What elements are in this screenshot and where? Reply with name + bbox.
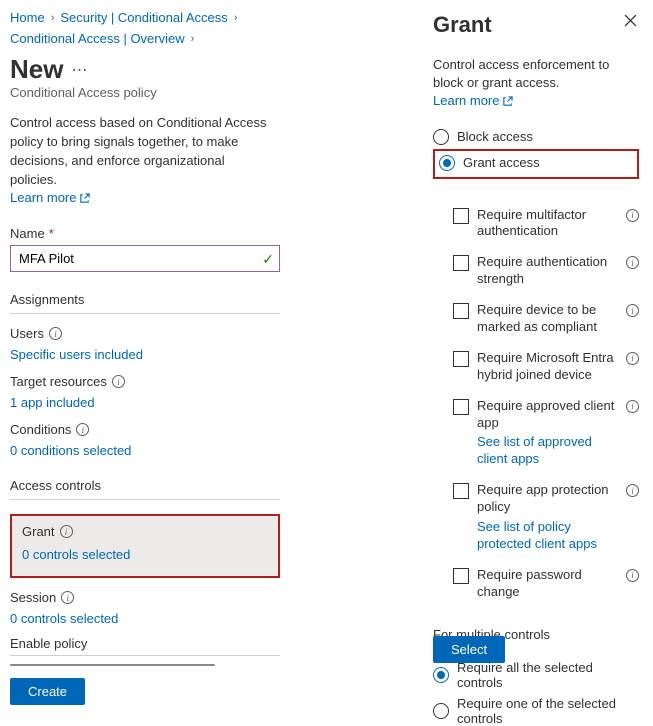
select-button[interactable]: Select [433,636,505,663]
grant-section-highlighted[interactable]: Granti 0 controls selected [10,514,280,578]
approved-client-apps-link[interactable]: See list of approved client apps [477,434,621,468]
grant-value-link[interactable]: 0 controls selected [22,547,268,562]
create-button[interactable]: Create [10,678,85,705]
access-controls-heading: Access controls [10,478,280,500]
checkbox-icon[interactable] [453,399,469,415]
checkbox-icon[interactable] [453,483,469,499]
checkbox-row-hybrid[interactable]: Require Microsoft Entra hybrid joined de… [453,350,639,384]
assignments-heading: Assignments [10,292,280,314]
checkbox-label: Require app protection policy See list o… [477,482,639,553]
radio-grant-access-highlighted[interactable]: Grant access [433,149,639,179]
radio-block-access[interactable]: Block access [433,129,639,145]
close-button[interactable] [622,12,639,34]
panel-description: Control access enforcement to block or g… [433,56,639,111]
radio-icon [433,703,449,719]
info-icon[interactable]: i [60,525,73,538]
breadcrumb-home[interactable]: Home [10,10,45,25]
info-icon[interactable]: i [49,327,62,340]
checkbox-row-approved-client[interactable]: Require approved client app See list of … [453,398,639,469]
external-link-icon [79,193,90,204]
checkbox-row-password-change[interactable]: Require password change i [453,567,639,601]
session-value-link[interactable]: 0 controls selected [10,611,401,626]
checkbox-row-compliant[interactable]: Require device to be marked as compliant… [453,302,639,336]
session-label: Sessioni [10,590,401,605]
info-icon[interactable]: i [626,209,639,222]
radio-label: Block access [457,129,533,144]
protected-client-apps-link[interactable]: See list of policy protected client apps [477,519,621,553]
conditions-value-link[interactable]: 0 conditions selected [10,443,401,458]
checkbox-label: Require authentication strength [477,254,639,288]
info-icon[interactable]: i [626,400,639,413]
checkbox-label: Require password change [477,567,639,601]
toggle-off[interactable]: Off [153,664,214,666]
info-icon[interactable]: i [626,569,639,582]
radio-icon-selected [439,155,455,171]
checkbox-row-auth-strength[interactable]: Require authentication strength i [453,254,639,288]
checkbox-row-mfa[interactable]: Require multifactor authentication i [453,207,639,241]
info-icon[interactable]: i [76,423,89,436]
checkbox-label: Require device to be marked as compliant [477,302,639,336]
targets-value-link[interactable]: 1 app included [10,395,401,410]
checkbox-icon[interactable] [453,255,469,271]
grant-label: Granti [22,524,268,539]
info-icon[interactable]: i [61,591,74,604]
radio-label: Require one of the selected controls [457,696,639,726]
radio-icon [433,129,449,145]
info-icon[interactable]: i [112,375,125,388]
checkbox-icon[interactable] [453,208,469,224]
check-icon: ✓ [262,251,274,268]
toggle-report-only[interactable]: Report-only [12,664,91,666]
checkbox-label: Require Microsoft Entra hybrid joined de… [477,350,639,384]
breadcrumb-security[interactable]: Security | Conditional Access [60,10,227,25]
checkbox-row-app-protection[interactable]: Require app protection policy See list o… [453,482,639,553]
radio-require-one[interactable]: Require one of the selected controls [433,696,639,726]
chevron-right-icon: › [234,12,238,24]
breadcrumb: Home › Security | Conditional Access › C… [10,10,401,46]
checkbox-icon[interactable] [453,303,469,319]
panel-learn-more-link[interactable]: Learn more [433,92,513,110]
users-label: Usersi [10,326,401,341]
checkbox-label: Require multifactor authentication [477,207,639,241]
breadcrumb-overview[interactable]: Conditional Access | Overview [10,31,185,46]
checkbox-icon[interactable] [453,568,469,584]
toggle-on[interactable]: On [92,664,153,666]
radio-label: Grant access [463,155,540,170]
page-subtitle: Conditional Access policy [10,85,401,100]
external-link-icon [502,96,513,107]
enable-policy-toggle[interactable]: Report-only On Off [10,664,215,666]
targets-label: Target resourcesi [10,374,401,389]
name-input[interactable] [10,245,280,272]
page-description: Control access based on Conditional Acce… [10,114,270,208]
users-value-link[interactable]: Specific users included [10,347,401,362]
info-icon[interactable]: i [626,352,639,365]
name-label: Name* [10,226,401,241]
panel-title: Grant [433,12,492,38]
chevron-right-icon: › [51,12,55,24]
learn-more-link[interactable]: Learn more [10,189,90,208]
checkbox-icon[interactable] [453,351,469,367]
enable-policy-label: Enable policy [10,636,280,656]
page-title: New [10,54,63,85]
close-icon [624,14,637,27]
checkbox-label: Require approved client app See list of … [477,398,639,469]
more-actions-button[interactable]: ⋯ [71,60,87,80]
conditions-label: Conditionsi [10,422,401,437]
chevron-right-icon: › [191,33,195,45]
